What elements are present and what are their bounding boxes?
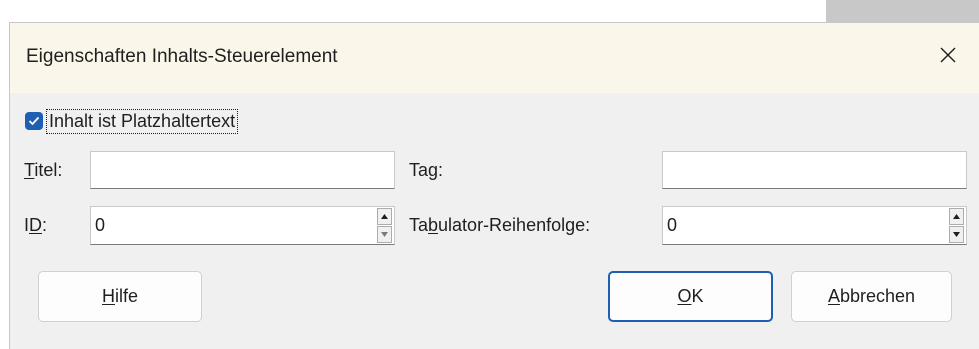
id-increment-button[interactable] bbox=[377, 208, 392, 225]
ok-button[interactable]: OK bbox=[608, 271, 773, 322]
title-label: Titel: bbox=[24, 160, 63, 180]
arrow-up-icon bbox=[381, 214, 388, 219]
id-decrement-button[interactable] bbox=[377, 226, 392, 243]
close-icon bbox=[940, 47, 956, 63]
screen: Eigenschaften Inhalts-Steuerelement Inha… bbox=[0, 0, 979, 349]
background-window bbox=[826, 0, 979, 22]
help-button[interactable]: Hilfe bbox=[38, 271, 202, 322]
id-spinbox[interactable]: 0 bbox=[90, 206, 395, 245]
dialog-title: Eigenschaften Inhalts-Steuerelement bbox=[26, 46, 338, 67]
placeholder-checkbox-label[interactable]: Inhalt ist Platzhaltertext bbox=[46, 108, 239, 134]
tab-order-spinbox[interactable]: 0 bbox=[662, 206, 967, 245]
id-spin-buttons bbox=[377, 208, 392, 243]
close-button[interactable] bbox=[928, 35, 968, 75]
checkmark-icon bbox=[28, 116, 40, 126]
tab-order-spinbox-value: 0 bbox=[667, 215, 678, 235]
id-spinbox-value: 0 bbox=[95, 215, 106, 235]
content-control-properties-dialog: Eigenschaften Inhalts-Steuerelement Inha… bbox=[9, 22, 979, 349]
placeholder-checkbox[interactable] bbox=[25, 112, 43, 130]
tag-label: Tag: bbox=[409, 160, 444, 180]
placeholder-checkbox-row[interactable]: Inhalt ist Platzhaltertext bbox=[25, 107, 239, 135]
tab-order-increment-button[interactable] bbox=[949, 208, 964, 225]
id-label: ID: bbox=[24, 215, 48, 235]
tab-order-spin-buttons bbox=[949, 208, 964, 243]
tag-input[interactable] bbox=[662, 151, 967, 189]
cancel-button[interactable]: Abbrechen bbox=[791, 271, 952, 322]
title-input[interactable] bbox=[90, 151, 395, 189]
arrow-down-icon bbox=[381, 232, 388, 237]
arrow-up-icon bbox=[953, 214, 960, 219]
tab-order-label: Tabulator-Reihenfolge: bbox=[409, 215, 591, 235]
arrow-down-icon bbox=[953, 232, 960, 237]
tab-order-decrement-button[interactable] bbox=[949, 226, 964, 243]
title-bar[interactable]: Eigenschaften Inhalts-Steuerelement bbox=[10, 23, 979, 93]
